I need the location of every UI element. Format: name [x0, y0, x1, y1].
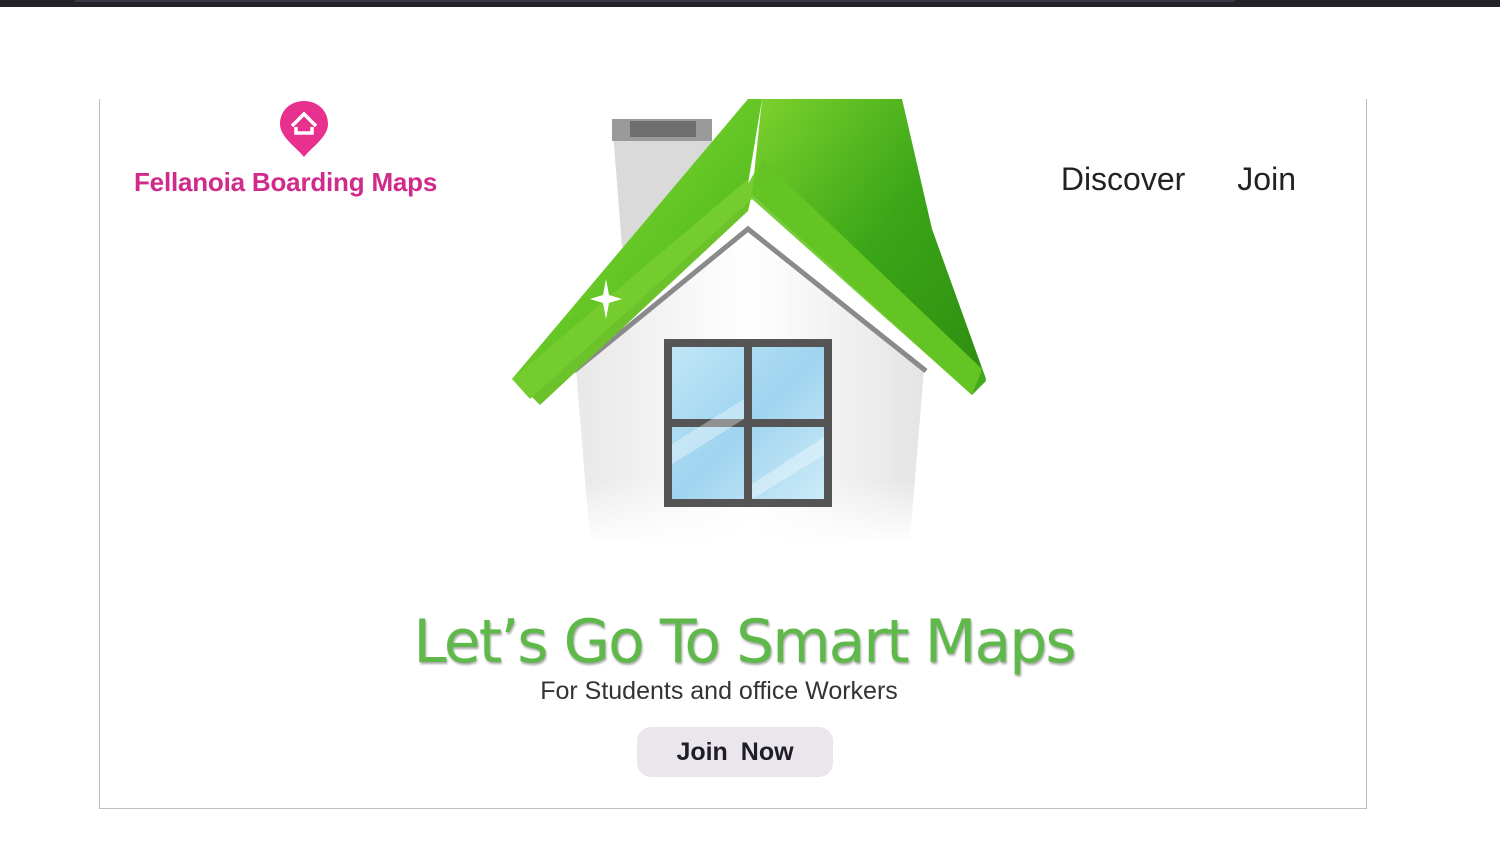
brand-logo[interactable]: Fellanoia Boarding Maps	[134, 99, 474, 198]
hero-subtitle: For Students and office Workers	[540, 677, 898, 705]
nav-discover-link[interactable]: Discover	[1061, 161, 1185, 198]
location-pin-home-icon	[280, 101, 328, 157]
page-frame: Fellanoia Boarding Maps Discover Join Le…	[99, 99, 1367, 809]
nav-join-link[interactable]: Join	[1237, 161, 1296, 198]
main-nav: Discover Join	[1061, 161, 1296, 198]
browser-top-bar	[0, 0, 1500, 7]
hero-headline: Let’s Go To Smart Maps	[413, 607, 1076, 677]
join-now-button[interactable]: Join Now	[637, 727, 833, 777]
house-illustration	[512, 99, 986, 544]
browser-top-bar-highlight	[75, 0, 1235, 2]
brand-name: Fellanoia Boarding Maps	[134, 167, 438, 197]
